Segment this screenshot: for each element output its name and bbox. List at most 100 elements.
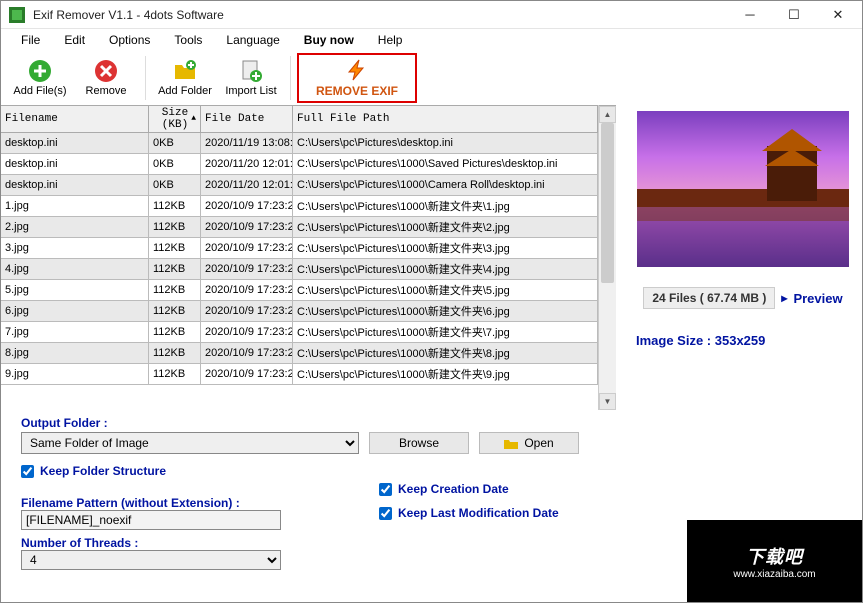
minimize-button[interactable]: ─ <box>728 1 772 29</box>
keep-creation-checkbox[interactable] <box>379 483 392 496</box>
watermark-url: www.xiazaiba.com <box>733 569 815 580</box>
cell-size: 112KB <box>149 280 201 300</box>
toolbar: Add File(s) Remove Add Folder Import Lis… <box>1 51 862 105</box>
scroll-up-button[interactable]: ▲ <box>599 106 616 123</box>
image-size-label: Image Size : 353x259 <box>636 333 765 348</box>
watermark-brand: 下载吧 <box>746 543 803 569</box>
table-row[interactable]: 8.jpg112KB2020/10/9 17:23:20C:\Users\pc\… <box>1 343 598 364</box>
table-body[interactable]: desktop.ini0KB2020/11/19 13:08:49C:\User… <box>1 133 598 410</box>
table-row[interactable]: 4.jpg112KB2020/10/9 17:23:20C:\Users\pc\… <box>1 259 598 280</box>
keep-creation-label: Keep Creation Date <box>398 482 509 496</box>
cell-date: 2020/10/9 17:23:20 <box>201 238 293 258</box>
file-table: Filename Size (KB)▲ File Date Full File … <box>1 105 599 410</box>
keep-modification-checkbox[interactable] <box>379 507 392 520</box>
cell-date: 2020/11/20 12:01:27 <box>201 154 293 174</box>
col-filename[interactable]: Filename <box>1 106 149 132</box>
cell-size: 0KB <box>149 133 201 153</box>
add-folder-button[interactable]: Add Folder <box>152 53 218 103</box>
cell-filename: 5.jpg <box>1 280 149 300</box>
scroll-down-button[interactable]: ▼ <box>599 393 616 410</box>
table-row[interactable]: desktop.ini0KB2020/11/19 13:08:49C:\User… <box>1 133 598 154</box>
cell-path: C:\Users\pc\Pictures\1000\新建文件夹\2.jpg <box>293 217 598 237</box>
cell-date: 2020/10/9 17:23:20 <box>201 343 293 363</box>
remove-exif-button[interactable]: REMOVE EXIF <box>297 53 417 103</box>
cell-path: C:\Users\pc\Pictures\1000\新建文件夹\9.jpg <box>293 364 598 384</box>
cell-path: C:\Users\pc\Pictures\1000\新建文件夹\3.jpg <box>293 238 598 258</box>
table-row[interactable]: 1.jpg112KB2020/10/9 17:23:20C:\Users\pc\… <box>1 196 598 217</box>
table-row[interactable]: 2.jpg112KB2020/10/9 17:23:20C:\Users\pc\… <box>1 217 598 238</box>
threads-select[interactable]: 4 <box>21 550 281 570</box>
table-row[interactable]: desktop.ini0KB2020/11/20 12:01:27C:\User… <box>1 154 598 175</box>
browse-button[interactable]: Browse <box>369 432 469 454</box>
cell-filename: 9.jpg <box>1 364 149 384</box>
menubar: File Edit Options Tools Language Buy now… <box>1 29 862 51</box>
sort-asc-icon: ▲ <box>191 115 196 124</box>
preview-label[interactable]: Preview <box>793 291 842 306</box>
close-button[interactable]: ✕ <box>816 1 860 29</box>
table-header: Filename Size (KB)▲ File Date Full File … <box>1 105 598 133</box>
keep-folder-checkbox[interactable] <box>21 465 34 478</box>
cell-path: C:\Users\pc\Pictures\desktop.ini <box>293 133 598 153</box>
cell-date: 2020/10/9 17:23:20 <box>201 217 293 237</box>
cell-filename: 2.jpg <box>1 217 149 237</box>
cell-size: 0KB <box>149 154 201 174</box>
output-folder-select[interactable]: Same Folder of Image <box>21 432 359 454</box>
cell-date: 2020/10/9 17:23:20 <box>201 322 293 342</box>
maximize-button[interactable]: ☐ <box>772 1 816 29</box>
cell-size: 112KB <box>149 322 201 342</box>
remove-button[interactable]: Remove <box>73 53 139 103</box>
scroll-thumb[interactable] <box>601 123 614 283</box>
cell-date: 2020/10/9 17:23:20 <box>201 259 293 279</box>
cell-date: 2020/10/9 17:23:20 <box>201 280 293 300</box>
menu-file[interactable]: File <box>11 31 50 49</box>
watermark: 下载吧 www.xiazaiba.com <box>687 520 862 602</box>
cell-path: C:\Users\pc\Pictures\1000\新建文件夹\8.jpg <box>293 343 598 363</box>
cell-size: 112KB <box>149 343 201 363</box>
table-row[interactable]: 3.jpg112KB2020/10/9 17:23:20C:\Users\pc\… <box>1 238 598 259</box>
table-row[interactable]: 7.jpg112KB2020/10/9 17:23:20C:\Users\pc\… <box>1 322 598 343</box>
remove-icon <box>94 59 118 83</box>
menu-help[interactable]: Help <box>368 31 413 49</box>
cell-filename: 6.jpg <box>1 301 149 321</box>
import-icon <box>239 59 263 83</box>
import-list-button[interactable]: Import List <box>218 53 284 103</box>
add-files-button[interactable]: Add File(s) <box>7 53 73 103</box>
cell-path: C:\Users\pc\Pictures\1000\新建文件夹\5.jpg <box>293 280 598 300</box>
cell-path: C:\Users\pc\Pictures\1000\新建文件夹\7.jpg <box>293 322 598 342</box>
cell-filename: 7.jpg <box>1 322 149 342</box>
cell-date: 2020/10/9 17:23:20 <box>201 364 293 384</box>
col-size[interactable]: Size (KB)▲ <box>149 106 201 132</box>
table-row[interactable]: 5.jpg112KB2020/10/9 17:23:20C:\Users\pc\… <box>1 280 598 301</box>
table-row[interactable]: 6.jpg112KB2020/10/9 17:23:20C:\Users\pc\… <box>1 301 598 322</box>
cell-filename: 3.jpg <box>1 238 149 258</box>
preview-image <box>637 111 849 267</box>
cell-path: C:\Users\pc\Pictures\1000\新建文件夹\1.jpg <box>293 196 598 216</box>
col-path[interactable]: Full File Path <box>293 106 598 132</box>
table-row[interactable]: 9.jpg112KB2020/10/9 17:23:20C:\Users\pc\… <box>1 364 598 385</box>
lightning-icon <box>345 58 369 82</box>
cell-path: C:\Users\pc\Pictures\1000\Camera Roll\de… <box>293 175 598 195</box>
menu-buynow[interactable]: Buy now <box>294 31 364 49</box>
menu-options[interactable]: Options <box>99 31 160 49</box>
cell-size: 112KB <box>149 196 201 216</box>
open-button[interactable]: Open <box>479 432 579 454</box>
app-icon <box>9 7 25 23</box>
titlebar: Exif Remover V1.1 - 4dots Software ─ ☐ ✕ <box>1 1 862 29</box>
table-scrollbar[interactable]: ▲ ▼ <box>599 105 616 410</box>
menu-language[interactable]: Language <box>216 31 289 49</box>
cell-filename: 1.jpg <box>1 196 149 216</box>
col-date[interactable]: File Date <box>201 106 293 132</box>
cell-filename: 4.jpg <box>1 259 149 279</box>
toolbar-separator <box>290 56 291 100</box>
cell-path: C:\Users\pc\Pictures\1000\新建文件夹\6.jpg <box>293 301 598 321</box>
filename-pattern-input[interactable] <box>21 510 281 530</box>
cell-size: 0KB <box>149 175 201 195</box>
menu-edit[interactable]: Edit <box>54 31 95 49</box>
keep-modification-label: Keep Last Modification Date <box>398 506 559 520</box>
table-row[interactable]: desktop.ini0KB2020/11/20 12:01:27C:\User… <box>1 175 598 196</box>
cell-filename: 8.jpg <box>1 343 149 363</box>
menu-tools[interactable]: Tools <box>164 31 212 49</box>
cell-filename: desktop.ini <box>1 154 149 174</box>
cell-size: 112KB <box>149 217 201 237</box>
add-icon <box>28 59 52 83</box>
